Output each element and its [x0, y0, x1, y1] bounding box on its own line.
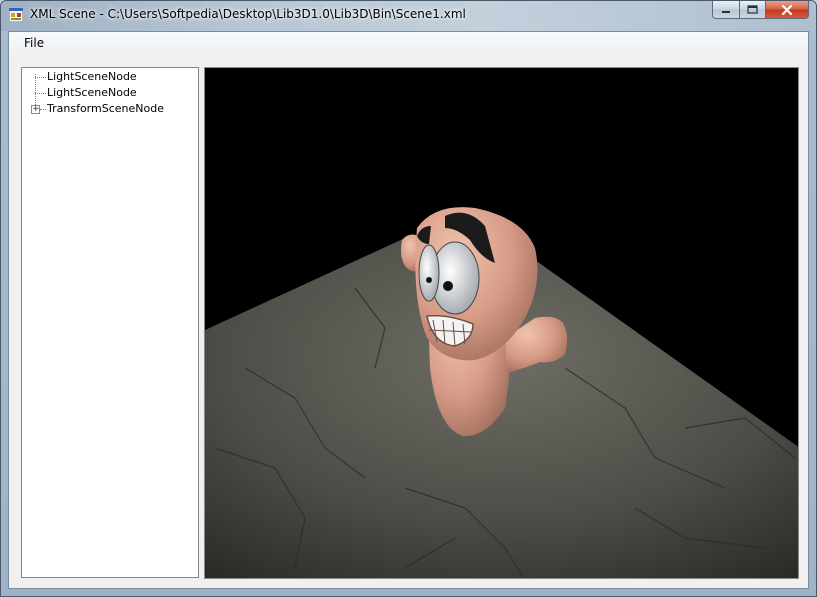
scene-tree[interactable]: LightSceneNode LightSceneNode + Transfor… — [21, 67, 199, 578]
worm-pupil — [443, 281, 453, 291]
caption-buttons — [712, 1, 809, 21]
render-viewport[interactable] — [204, 67, 799, 579]
scene-render — [205, 207, 798, 578]
worm-pupil — [426, 277, 432, 283]
tree-line — [40, 109, 46, 110]
worm-eye — [418, 244, 440, 302]
tree-line — [35, 93, 46, 94]
title-bar[interactable]: XML Scene - C:\Users\Softpedia\Desktop\L… — [1, 1, 816, 31]
close-button[interactable] — [765, 1, 809, 19]
window-title: XML Scene - C:\Users\Softpedia\Desktop\L… — [30, 7, 466, 21]
minimize-icon — [722, 10, 730, 13]
client-area: File LightSceneNode LightSceneNode + Tra… — [8, 31, 809, 589]
maximize-button[interactable] — [739, 1, 765, 19]
tree-item-light-1[interactable]: LightSceneNode — [47, 70, 137, 83]
expand-icon[interactable]: + — [31, 105, 40, 114]
maximize-icon — [747, 5, 758, 14]
app-window: XML Scene - C:\Users\Softpedia\Desktop\L… — [0, 0, 817, 597]
tree-item-transform[interactable]: TransformSceneNode — [47, 102, 164, 115]
menu-file[interactable]: File — [24, 36, 44, 50]
menu-bar: File — [9, 32, 808, 54]
tree-line — [35, 77, 46, 78]
minimize-button[interactable] — [712, 1, 739, 19]
close-icon — [781, 4, 793, 15]
app-icon[interactable] — [9, 8, 23, 22]
tree-item-light-2[interactable]: LightSceneNode — [47, 86, 137, 99]
